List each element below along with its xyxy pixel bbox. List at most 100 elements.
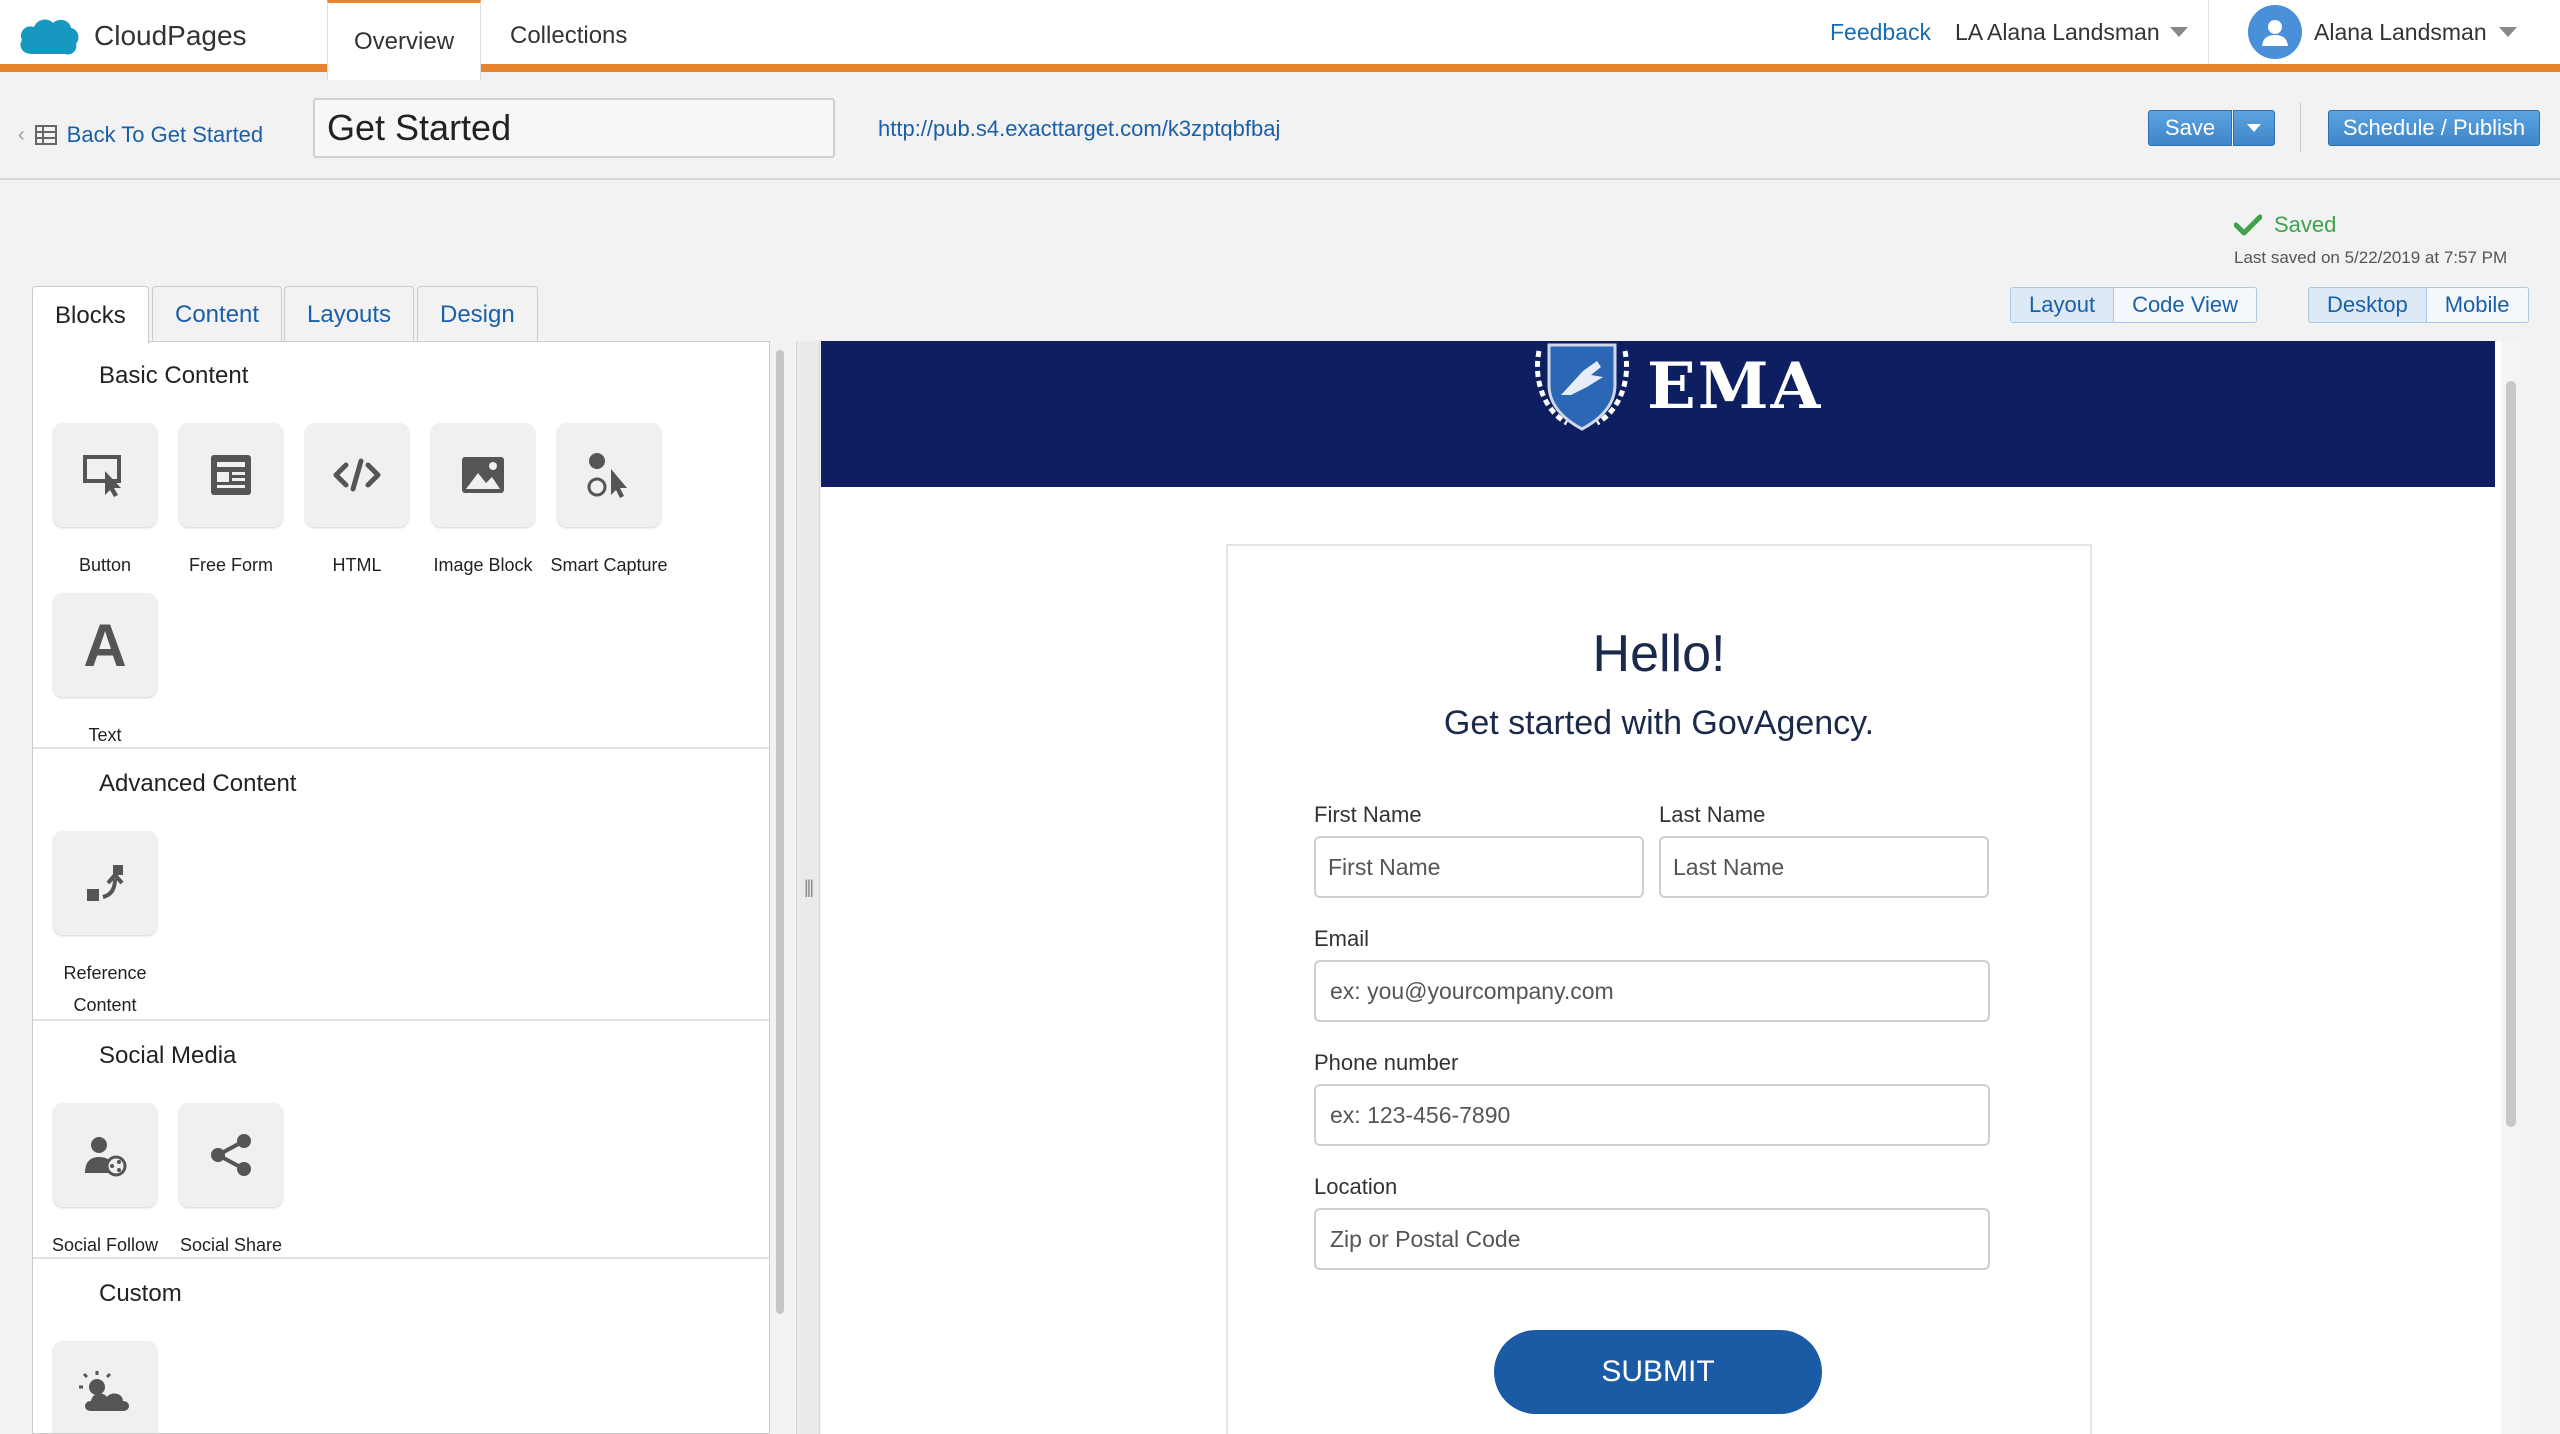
business-unit-switcher[interactable]: LA Alana Landsman — [1955, 0, 2188, 64]
schedule-publish-button[interactable]: Schedule / Publish — [2328, 110, 2540, 146]
back-label: Back To Get Started — [66, 122, 264, 147]
panel-resize-handle[interactable]: ||| — [796, 341, 820, 1434]
tab-blocks[interactable]: Blocks — [32, 286, 149, 344]
table-icon — [34, 125, 57, 145]
section-social-media-title: Social Media — [99, 1042, 237, 1069]
email-input[interactable] — [1314, 960, 1990, 1022]
block-label: HTML — [332, 555, 382, 575]
text-letter-icon: A — [83, 611, 127, 679]
block-tile: A — [53, 593, 157, 697]
block-custom-weather[interactable] — [42, 1341, 168, 1433]
page-url-link[interactable]: http://pub.s4.exacttarget.com/k3zptqbfba… — [878, 116, 1280, 142]
block-tile — [557, 423, 661, 527]
block-tile — [305, 423, 409, 527]
block-image[interactable]: Image Block — [420, 423, 546, 581]
tab-overview[interactable]: Overview — [327, 0, 482, 80]
blocks-panel-scrollbar-thumb[interactable] — [776, 350, 784, 1314]
block-tile — [431, 423, 535, 527]
block-label: Smart Capture — [550, 555, 668, 575]
share-icon — [211, 1134, 251, 1176]
block-html[interactable]: HTML — [294, 423, 420, 581]
block-label: Reference Content — [63, 963, 147, 1015]
weather-cloud-icon — [79, 1371, 129, 1411]
header-banner[interactable]: EMA — [821, 341, 2495, 487]
section-divider — [33, 1257, 769, 1259]
tab-design[interactable]: Design — [417, 286, 538, 342]
brand[interactable]: CloudPages — [18, 10, 247, 62]
last-name-label: Last Name — [1659, 802, 1766, 827]
chevron-left-icon: ‹ — [18, 123, 25, 146]
first-name-input[interactable] — [1314, 836, 1644, 898]
block-tile — [179, 423, 283, 527]
phone-label: Phone number — [1314, 1050, 1459, 1075]
block-smart-capture[interactable]: Smart Capture — [546, 423, 672, 581]
phone-input[interactable] — [1314, 1084, 1990, 1146]
block-social-follow[interactable]: Social Follow — [42, 1103, 168, 1261]
page-title-input[interactable]: Get Started — [313, 98, 835, 158]
section-divider — [33, 747, 769, 749]
social-follow-icon — [85, 1137, 127, 1177]
location-label: Location — [1314, 1174, 1398, 1199]
block-tile — [53, 423, 157, 527]
save-options-button[interactable] — [2233, 110, 2275, 146]
block-label: Image Block — [433, 555, 533, 575]
block-text[interactable]: A Text — [42, 593, 168, 751]
block-label: Button — [78, 555, 132, 575]
block-button[interactable]: Button — [42, 423, 168, 581]
editor-toolbar: ‹ Back To Get Started Get Started http:/… — [0, 72, 2560, 180]
layout-view-button[interactable]: Layout — [2011, 288, 2114, 322]
block-tile — [53, 1103, 157, 1207]
chevron-down-icon — [2498, 27, 2517, 37]
signup-form-card: Hello! Get started with GovAgency. First… — [1226, 544, 2092, 1434]
section-divider — [33, 1019, 769, 1021]
block-label: Free Form — [188, 555, 273, 575]
business-unit-label: LA Alana Landsman — [1955, 18, 2160, 45]
saved-label: Saved — [2274, 212, 2337, 237]
back-to-get-started-link[interactable]: ‹ Back To Get Started — [18, 122, 263, 148]
page-canvas[interactable]: EMA Hello! Get started with GovAgency. F… — [821, 341, 2521, 1434]
canvas-scrollbar-thumb[interactable] — [2506, 381, 2516, 1127]
tab-layouts[interactable]: Layouts — [284, 286, 415, 342]
block-social-share[interactable]: Social Share — [168, 1103, 294, 1261]
tab-content[interactable]: Content — [152, 286, 283, 342]
code-icon — [333, 458, 381, 492]
user-icon — [2262, 20, 2288, 46]
nav-divider — [2208, 0, 2209, 64]
smart-capture-icon — [587, 453, 627, 498]
section-basic-content-title: Basic Content — [99, 362, 249, 389]
feedback-link[interactable]: Feedback — [1830, 0, 1931, 64]
chevron-down-icon — [2247, 124, 2261, 132]
saved-status: Saved — [2234, 212, 2336, 238]
reference-content-icon — [87, 865, 124, 901]
email-label: Email — [1314, 926, 1370, 951]
eagle-crest-logo — [1534, 343, 1630, 431]
logo-text: EMA — [1647, 349, 1823, 424]
user-name: Alana Landsman — [2314, 18, 2487, 45]
form-subheading: Get started with GovAgency. — [1443, 704, 1875, 742]
top-navigation-bar: CloudPages Overview Collections Feedback… — [0, 0, 2560, 80]
last-saved-timestamp: Last saved on 5/22/2019 at 7:57 PM — [2234, 248, 2508, 267]
blocks-panel: Basic Content Button Free Form HTML Imag… — [32, 341, 770, 1434]
section-advanced-content-title: Advanced Content — [99, 770, 297, 797]
checkmark-icon — [2234, 214, 2262, 236]
last-name-input[interactable] — [1659, 836, 1989, 898]
code-view-button[interactable]: Code View — [2113, 288, 2257, 322]
block-free-form[interactable]: Free Form — [168, 423, 294, 581]
app-name: CloudPages — [94, 20, 247, 51]
desktop-view-button[interactable]: Desktop — [2309, 288, 2426, 322]
button-cursor-icon — [83, 455, 121, 497]
salesforce-cloud-icon — [20, 19, 79, 55]
section-custom-title: Custom — [99, 1280, 182, 1307]
block-tile — [53, 1341, 157, 1433]
submit-button[interactable]: SUBMIT — [1494, 1330, 1822, 1414]
image-icon — [462, 457, 504, 493]
mobile-view-button[interactable]: Mobile — [2425, 288, 2528, 322]
location-input[interactable] — [1314, 1208, 1990, 1270]
block-tile — [53, 831, 157, 935]
grip-icon: ||| — [803, 877, 814, 897]
free-form-icon — [211, 455, 251, 495]
user-menu[interactable]: Alana Landsman — [2248, 0, 2517, 64]
save-button[interactable]: Save — [2148, 110, 2232, 146]
block-reference-content[interactable]: Reference Content — [42, 831, 168, 1021]
tab-collections[interactable]: Collections — [484, 0, 653, 72]
